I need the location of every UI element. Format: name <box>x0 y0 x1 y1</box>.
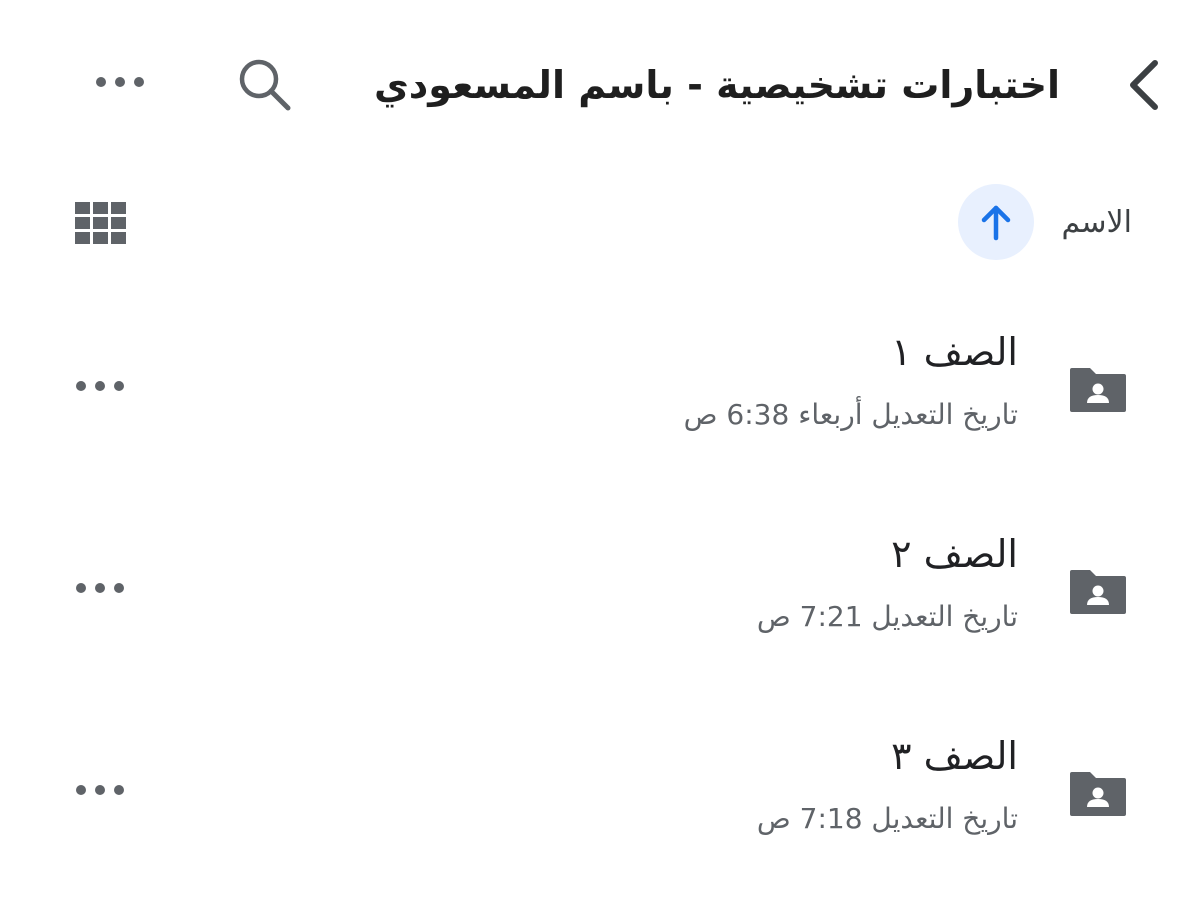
row-more-button[interactable] <box>60 760 140 820</box>
chevron-left-icon <box>1130 60 1158 110</box>
search-icon <box>239 59 291 111</box>
more-horizontal-icon <box>76 381 124 391</box>
file-name: الصف ٢ <box>891 532 1018 576</box>
more-options-button[interactable] <box>75 50 165 114</box>
grid-view-button[interactable] <box>70 196 132 250</box>
more-horizontal-icon <box>76 785 124 795</box>
file-modified: تاريخ التعديل 7:18 ص <box>756 802 1018 835</box>
sort-label[interactable]: الاسم <box>1061 200 1132 246</box>
page-title: اختبارات تشخيصية - باسم المسعودي <box>373 63 1060 107</box>
list-item[interactable]: الصف ١ تاريخ التعديل أربعاء 6:38 ص <box>0 300 1200 480</box>
file-name: الصف ٣ <box>891 734 1018 778</box>
shared-folder-icon <box>1070 772 1126 816</box>
more-horizontal-icon <box>76 583 124 593</box>
file-name: الصف ١ <box>891 330 1018 374</box>
file-modified: تاريخ التعديل أربعاء 6:38 ص <box>683 398 1018 431</box>
list-item[interactable]: الصف ٣ تاريخ التعديل 7:18 ص <box>0 704 1200 884</box>
shared-folder-icon <box>1070 570 1126 614</box>
row-more-button[interactable] <box>60 356 140 416</box>
back-button[interactable] <box>1110 50 1180 120</box>
shared-folder-icon <box>1070 368 1126 412</box>
list-item[interactable]: الصف ٢ تاريخ التعديل 7:21 ص <box>0 502 1200 682</box>
search-button[interactable] <box>225 45 305 125</box>
row-more-button[interactable] <box>60 558 140 618</box>
sort-direction-button[interactable] <box>958 184 1034 260</box>
drive-folder-screen: اختبارات تشخيصية - باسم المسعودي الاسم ا… <box>0 0 1200 916</box>
grid-view-icon <box>75 202 126 244</box>
more-horizontal-icon <box>96 77 144 87</box>
file-modified: تاريخ التعديل 7:21 ص <box>756 600 1018 633</box>
arrow-up-icon <box>981 205 1011 241</box>
